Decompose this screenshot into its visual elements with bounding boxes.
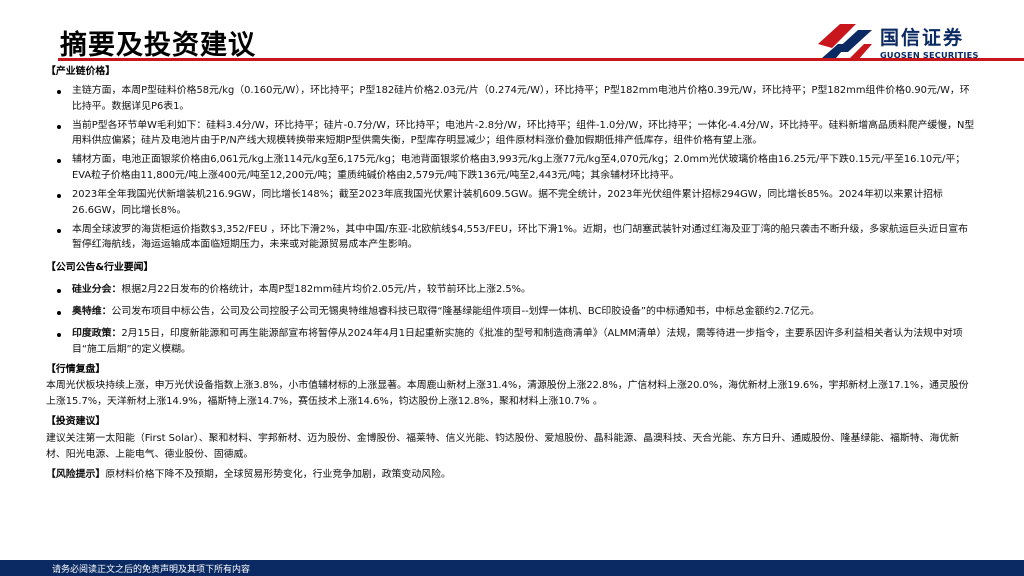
industry-price-list: 主链方面，本周P型硅料价格58元/kg（0.160元/W），环比持平；P型182… — [46, 83, 976, 253]
list-item: 当前P型各环节单W毛利如下：硅料3.4分/W，环比持平；硅片-0.7分/W，环比… — [46, 118, 976, 150]
section-title-risk: 【风险提示】 — [46, 468, 106, 480]
market-review-text: 本周光伏板块持续上涨，申万光伏设备指数上涨3.8%，小市值辅材标的上涨显著。本周… — [46, 380, 969, 408]
investment-text: 建议关注第一太阳能（First Solar）、聚和材料、宇邦新材、迈为股份、金博… — [46, 432, 960, 460]
announcement-list: 硅业分会：根据2月22日发布的价格统计，本周P型182mm硅片均价2.05元/片… — [46, 282, 976, 357]
item-text: 公司发布项目中标公告，公司及公司控股子公司无锡奥特维旭睿科技已取得“隆基绿能组件… — [111, 305, 820, 317]
section-title-investment: 【投资建议】 — [46, 416, 106, 428]
list-item: 本周全球波罗的海货柜运价指数$3,352/FEU ，环比下滑2%，其中中国/东亚… — [46, 222, 976, 254]
footer-disclaimer: 请务必阅读正文之后的免责声明及其项下所有内容 — [52, 565, 251, 575]
section-title-market-review: 【行情复盘】 — [46, 363, 106, 375]
list-item: 主链方面，本周P型硅料价格58元/kg（0.160元/W），环比持平；P型182… — [46, 83, 976, 115]
list-item: 2023年全年我国光伏新增装机216.9GW，同比增长148%；截至2023年底… — [46, 187, 976, 219]
company-logo: 国信证券 GUOSEN SECURITIES — [818, 22, 1018, 66]
item-lead: 奥特维： — [72, 305, 112, 317]
list-item: 奥特维：公司发布项目中标公告，公司及公司控股子公司无锡奥特维旭睿科技已取得“隆基… — [46, 304, 976, 320]
list-item: 辅材方面，电池正面银浆价格由6,061元/kg上涨114元/kg至6,175元/… — [46, 152, 976, 184]
item-lead: 硅业分会： — [72, 284, 122, 296]
footer-bar: 请务必阅读正文之后的免责声明及其项下所有内容 — [0, 560, 1024, 576]
list-item: 印度政策：2月15日，印度新能源和可再生能源部宣布将暂停从2024年4月1日起重… — [46, 326, 976, 358]
risk-paragraph: 【风险提示】原材料价格下降不及预期，全球贸易形势变化，行业竞争加剧，政策变动风险… — [46, 467, 976, 483]
content: 【产业链价格】 主链方面，本周P型硅料价格58元/kg（0.160元/W），环比… — [46, 64, 976, 482]
item-text: 2月15日，印度新能源和可再生能源部宣布将暂停从2024年4月1日起重新实施的《… — [72, 327, 963, 355]
logo-name-cn: 国信证券 — [880, 27, 965, 49]
item-lead: 印度政策： — [72, 327, 122, 339]
list-item: 硅业分会：根据2月22日发布的价格统计，本周P型182mm硅片均价2.05元/片… — [46, 282, 976, 298]
section-title-industry-prices: 【产业链价格】 — [46, 66, 116, 77]
risk-text: 原材料价格下降不及预期，全球贸易形势变化，行业竞争加剧，政策变动风险。 — [105, 468, 451, 480]
logo-name-en: GUOSEN SECURITIES — [880, 50, 979, 60]
item-text: 根据2月22日发布的价格统计，本周P型182mm硅片均价2.05元/片，较节前环… — [121, 284, 531, 296]
guosen-logo-icon — [818, 24, 872, 60]
page-title: 摘要及投资建议 — [60, 30, 256, 61]
section-title-announcements: 【公司公告&行业要闻】 — [46, 262, 154, 274]
